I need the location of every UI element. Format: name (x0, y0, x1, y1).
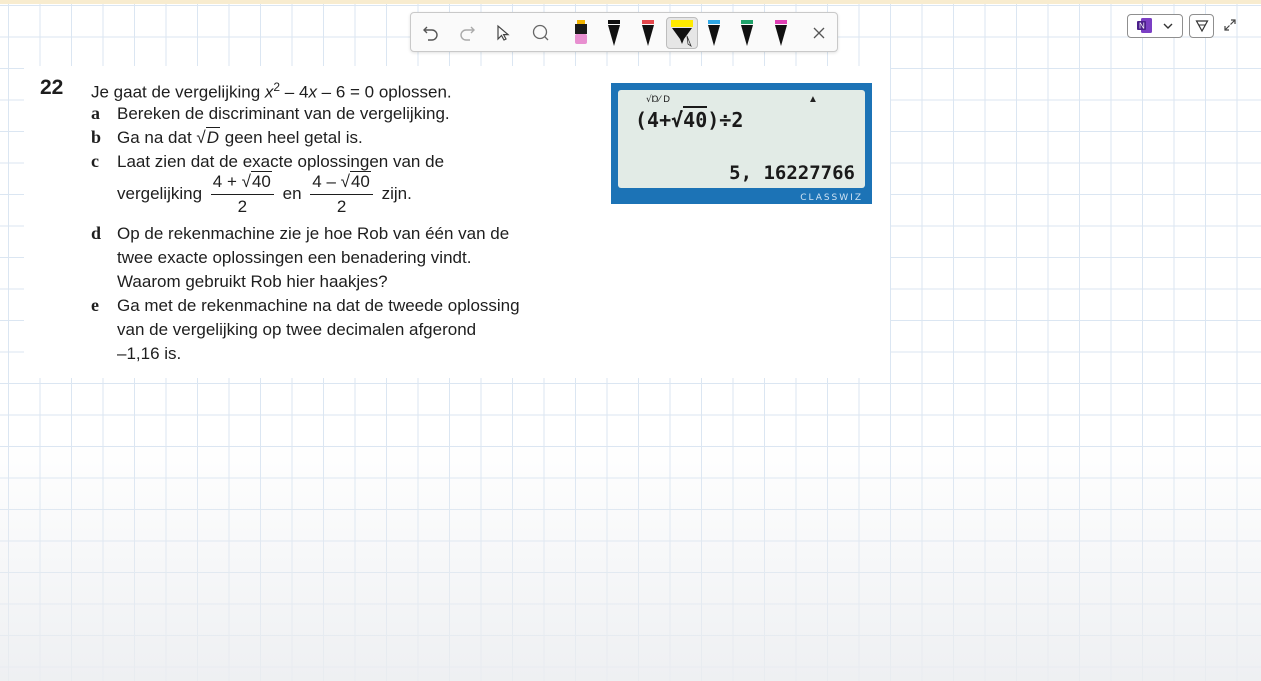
green-pen-icon (741, 20, 753, 46)
part-b-pre: Ga na dat (117, 128, 197, 147)
calculator-indicators: √Ɒ⁄ D (646, 95, 671, 105)
black-pen-icon (608, 20, 620, 46)
part-b-text: Ga na dat √D geen heel getal is. (117, 127, 363, 148)
expression-post: )÷2 (707, 108, 744, 132)
calculator-result: 5, 16227766 (729, 162, 855, 184)
redo-button[interactable] (452, 17, 482, 49)
red-pen-icon (642, 20, 654, 46)
red-pen-button[interactable] (633, 17, 663, 49)
part-e-line2: van de vergelijking op twee decimalen af… (117, 320, 477, 339)
pointer-icon (497, 24, 510, 41)
part-a-label: a (91, 103, 100, 123)
part-b-post: geen heel getal is. (220, 128, 363, 147)
expand-button[interactable] (1220, 15, 1240, 35)
part-a-text: Bereken de discriminant van de vergelijk… (117, 104, 450, 123)
fraction-minus-num: 4 – √ (312, 172, 350, 191)
fraction-minus-radicand: 40 (349, 171, 371, 191)
magenta-pen-icon (775, 20, 787, 46)
part-c-label: c (91, 151, 99, 171)
exercise-intro: Je gaat de vergelijking x2 – 4x – 6 = 0 … (91, 80, 452, 103)
part-d-line2: twee exacte oplossingen een benadering v… (117, 248, 472, 267)
intro-var-x2: x (308, 82, 317, 102)
part-d-label: d (91, 223, 102, 243)
svg-text:N: N (1139, 22, 1145, 31)
part-e-line1: Ga met de rekenmachine na dat de tweede … (117, 296, 520, 315)
filter-icon (1194, 20, 1209, 33)
part-d-line3: Waarom gebruikt Rob hier haakjes? (117, 272, 388, 291)
lasso-icon (532, 24, 549, 41)
calculator-expression: (4+√40)÷2 (635, 106, 744, 132)
top-accent-strip (0, 0, 1261, 4)
yellow-highlighter-icon (671, 20, 693, 47)
onenote-icon: N (1137, 18, 1152, 33)
part-b-var: D (205, 127, 221, 147)
black-pen-button[interactable] (599, 17, 629, 49)
part-c-line2: vergelijking 4 + √40 2 en 4 – √40 2 zijn. (117, 171, 412, 217)
calculator-display: √Ɒ⁄ D ▲ (4+√40)÷2 5, 16227766 CLASSWIZ (611, 83, 872, 204)
redo-icon (460, 26, 475, 41)
drawing-toolbar (410, 12, 838, 52)
fraction-plus: 4 + √40 2 (210, 171, 274, 217)
fraction-minus: 4 – √40 2 (310, 171, 373, 217)
blue-pen-icon (708, 20, 720, 46)
lasso-tool-button[interactable] (526, 17, 556, 49)
eraser-pen-button[interactable] (566, 17, 596, 49)
fraction-plus-num: 4 + √ (212, 172, 251, 191)
green-pen-button[interactable] (732, 17, 762, 49)
part-d-line1: Op de rekenmachine zie je hoe Rob van éé… (117, 224, 510, 243)
exercise-number: 22 (40, 76, 64, 99)
calculator-brand: CLASSWIZ (800, 193, 863, 203)
part-e-line3: –1,16 is. (117, 344, 182, 363)
undo-icon (423, 26, 438, 41)
intro-end: – 6 = 0 oplossen. (316, 82, 452, 102)
chevron-down-icon (1163, 23, 1173, 29)
part-c-pre: vergelijking (117, 183, 203, 203)
part-c-line1: Laat zien dat de exacte oplossingen van … (117, 152, 445, 171)
blue-pen-button[interactable] (699, 17, 729, 49)
yellow-highlighter-button[interactable] (666, 17, 698, 49)
expand-icon (1224, 19, 1236, 31)
fraction-plus-radicand: 40 (250, 171, 272, 191)
intro-mid: – 4 (280, 82, 309, 102)
expression-pre: (4+√ (635, 108, 684, 132)
expression-radicand: 40 (683, 106, 708, 132)
intro-text: Je gaat de vergelijking (91, 82, 265, 102)
close-toolbar-button[interactable] (804, 17, 834, 49)
close-icon (813, 27, 825, 39)
filter-button[interactable] (1189, 14, 1214, 38)
calculator-up-arrow: ▲ (808, 94, 818, 105)
fraction-plus-den: 2 (237, 197, 248, 216)
select-tool-button[interactable] (488, 17, 518, 49)
part-c-post: zijn. (381, 183, 412, 203)
app-dropdown-button[interactable]: N (1127, 14, 1183, 38)
magenta-pen-button[interactable] (766, 17, 796, 49)
undo-button[interactable] (416, 17, 446, 49)
root-symbol: √ (196, 128, 206, 147)
part-e-label: e (91, 295, 99, 315)
fraction-minus-den: 2 (336, 197, 347, 216)
calculator-screen: √Ɒ⁄ D ▲ (4+√40)÷2 5, 16227766 (618, 90, 865, 188)
part-b-label: b (91, 127, 102, 147)
pink-eraser-icon (575, 20, 587, 44)
part-c-en: en (282, 183, 302, 203)
